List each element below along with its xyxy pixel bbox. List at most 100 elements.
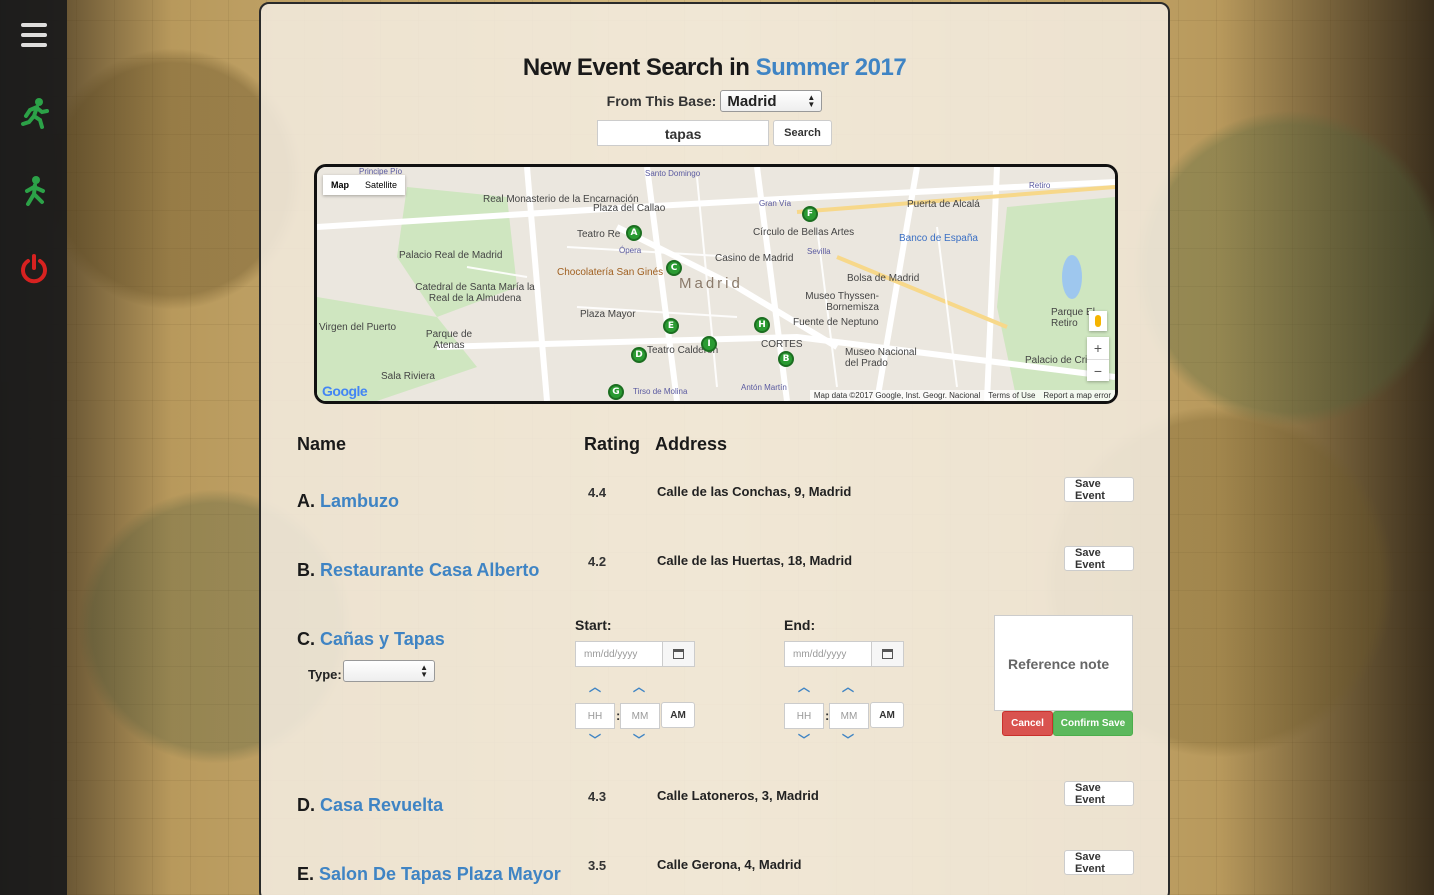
map-label: Sala Riviera — [381, 371, 435, 382]
report-link[interactable]: Report a map error — [1043, 391, 1111, 400]
place-link[interactable]: Cañas y Tapas — [320, 629, 445, 649]
map-label: Fuente de Neptuno — [793, 317, 879, 328]
results-map[interactable]: Map Satellite Real Monasterio de la Enca… — [314, 164, 1118, 404]
map-tab[interactable]: Map — [323, 175, 357, 195]
map-label: Bolsa de Madrid — [847, 273, 920, 284]
map-marker[interactable]: E — [663, 318, 679, 334]
start-hour-input[interactable]: HH — [575, 703, 615, 729]
cancel-button[interactable]: Cancel — [1002, 711, 1053, 736]
place-link[interactable]: Lambuzo — [320, 491, 399, 511]
map-label: Retiro — [1029, 181, 1051, 190]
map-marker[interactable]: H — [754, 317, 770, 333]
start-date-input[interactable]: mm/dd/yyyy — [575, 641, 663, 667]
rating-value: 3.5 — [588, 858, 607, 873]
map-data-credit: Map data ©2017 Google, Inst. Geogr. Naci… — [813, 391, 981, 400]
base-label: From This Base: — [606, 93, 717, 109]
map-label: Principe Pío — [359, 167, 403, 176]
zoom-control: + − — [1087, 337, 1109, 381]
end-date-input[interactable]: mm/dd/yyyy — [784, 641, 872, 667]
walking-person-icon[interactable] — [14, 171, 54, 211]
sidebar — [0, 0, 67, 895]
address-value: Calle Latoneros, 3, Madrid — [657, 788, 819, 803]
chevron-up-icon[interactable]: ︿ — [828, 678, 868, 695]
start-date-group: mm/dd/yyyy — [575, 641, 695, 667]
chevron-down-icon[interactable]: ﹀ — [575, 731, 615, 748]
map-label: Círculo de Bellas Artes — [753, 227, 855, 238]
table-row: B. Restaurante Casa Alberto — [297, 560, 539, 581]
map-label: Plaza del Callao — [593, 203, 666, 214]
base-select-value: Madrid — [727, 92, 777, 110]
chevron-down-icon[interactable]: ﹀ — [828, 731, 868, 748]
chevron-down-icon[interactable]: ﹀ — [784, 731, 824, 748]
power-icon[interactable] — [14, 249, 54, 289]
save-event-button[interactable]: Save Event — [1064, 781, 1134, 806]
satellite-tab[interactable]: Satellite — [357, 175, 405, 195]
start-minute-input[interactable]: MM — [620, 703, 660, 729]
event-search-panel: New Event Search in Summer 2017 From Thi… — [259, 2, 1170, 895]
column-header-name: Name — [297, 434, 347, 454]
season-link[interactable]: Summer 2017 — [756, 54, 907, 81]
chevron-up-icon[interactable]: ︿ — [575, 678, 615, 695]
address-value: Calle de las Huertas, 18, Madrid — [657, 553, 853, 568]
map-marker[interactable]: B — [778, 351, 794, 367]
map-marker[interactable]: C — [666, 260, 682, 276]
map-label: Museo Thyssen-Bornemisza — [805, 291, 879, 313]
map-label: Gran Vía — [759, 199, 792, 208]
table-row: C. Cañas y Tapas — [297, 629, 445, 650]
map-label: Banco de España — [899, 233, 978, 244]
zoom-out-button[interactable]: − — [1087, 359, 1109, 381]
terms-link[interactable]: Terms of Use — [988, 391, 1035, 400]
map-label: Chocolatería San Ginés — [557, 267, 664, 278]
google-logo: Google — [322, 383, 368, 399]
map-marker[interactable]: F — [802, 206, 818, 222]
map-label: Ópera — [619, 246, 642, 255]
map-label: Parque de Atenas — [425, 329, 473, 351]
zoom-in-button[interactable]: + — [1087, 337, 1109, 359]
address-value: Calle de las Conchas, 9, Madrid — [657, 484, 852, 499]
street-view-pegman-icon[interactable] — [1089, 311, 1107, 331]
title-prefix: New Event Search in — [522, 54, 750, 81]
save-event-button[interactable]: Save Event — [1064, 477, 1134, 502]
base-select[interactable]: Madrid ▲ ▼ — [720, 90, 823, 112]
hamburger-icon[interactable] — [14, 15, 54, 55]
type-label: Type: — [308, 667, 342, 682]
end-ampm-toggle[interactable]: AM — [870, 702, 904, 728]
calendar-icon[interactable] — [663, 641, 695, 667]
rating-value: 4.2 — [588, 554, 607, 569]
search-input[interactable]: tapas — [597, 120, 770, 146]
calendar-icon[interactable] — [872, 641, 904, 667]
end-hour-input[interactable]: HH — [784, 703, 824, 729]
base-selector-row: From This Base: Madrid ▲ ▼ — [261, 90, 1168, 112]
start-label: Start: — [575, 617, 612, 633]
map-type-control: Map Satellite — [323, 175, 406, 195]
map-label: Tirso de Molina — [633, 387, 688, 396]
reference-note-input[interactable]: Reference note — [994, 615, 1133, 711]
save-event-button[interactable]: Save Event — [1064, 850, 1134, 875]
map-marker[interactable]: A — [626, 225, 642, 241]
place-link[interactable]: Salon De Tapas Plaza Mayor — [319, 864, 561, 884]
chevron-down-icon[interactable]: ﹀ — [619, 731, 659, 748]
column-header-rating: Rating — [584, 434, 640, 454]
address-value: Calle Gerona, 4, Madrid — [657, 857, 802, 872]
search-button[interactable]: Search — [773, 120, 832, 146]
map-marker[interactable]: G — [608, 384, 624, 400]
confirm-save-button[interactable]: Confirm Save — [1053, 711, 1133, 736]
map-label: Catedral de Santa María la Real de la Al… — [415, 282, 535, 304]
place-link[interactable]: Restaurante Casa Alberto — [320, 560, 539, 580]
row-letter: B. — [297, 560, 315, 580]
start-ampm-toggle[interactable]: AM — [661, 702, 695, 728]
chevron-up-icon[interactable]: ︿ — [619, 678, 659, 695]
type-select[interactable]: ▲ ▼ — [343, 660, 435, 682]
map-marker[interactable]: D — [631, 347, 647, 363]
row-letter: A. — [297, 491, 315, 511]
map-label: Teatro Re — [577, 229, 621, 240]
chevron-up-icon[interactable]: ︿ — [784, 678, 824, 695]
table-row: E. Salon De Tapas Plaza Mayor — [297, 864, 561, 885]
walking-person-icon[interactable] — [14, 93, 54, 133]
map-marker[interactable]: I — [701, 336, 717, 352]
map-city-label: Madrid — [679, 275, 743, 292]
place-link[interactable]: Casa Revuelta — [320, 795, 443, 815]
save-event-button[interactable]: Save Event — [1064, 546, 1134, 571]
end-minute-input[interactable]: MM — [829, 703, 869, 729]
map-label: Plaza Mayor — [580, 309, 636, 320]
